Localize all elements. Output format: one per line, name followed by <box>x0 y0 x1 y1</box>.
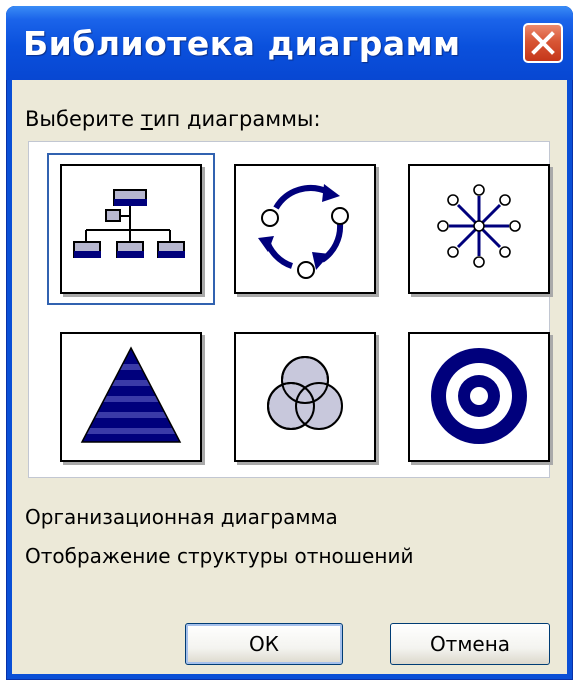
target-diagram-icon <box>431 348 527 444</box>
label-part: ип диаграммы: <box>152 107 321 131</box>
radial-diagram-icon <box>437 184 521 268</box>
org-chart-icon <box>73 189 185 258</box>
diagram-description: Отображение структуры отношений <box>25 544 414 568</box>
window-title: Библиотека диаграмм <box>23 24 461 63</box>
pyramid-diagram-icon <box>80 346 182 443</box>
diagram-type-gallery <box>28 141 550 478</box>
cycle-diagram-icon <box>258 184 349 279</box>
close-button[interactable] <box>523 23 563 63</box>
dialog-body: Выберите тип диаграммы: Организационная … <box>12 80 567 674</box>
cancel-button[interactable]: Отмена <box>390 623 550 665</box>
accelerator-key: т <box>140 107 153 131</box>
close-icon <box>531 31 555 55</box>
tile-pyramid[interactable] <box>60 332 202 462</box>
dialog-window: Библиотека диаграмм Выберите тип диаграм… <box>6 6 573 680</box>
ok-button[interactable]: ОК <box>185 623 343 665</box>
title-bar[interactable]: Библиотека диаграмм <box>6 6 573 80</box>
tile-radial[interactable] <box>408 164 550 294</box>
diagram-name: Организационная диаграмма <box>25 505 338 529</box>
tile-venn[interactable] <box>234 332 376 462</box>
tile-cycle[interactable] <box>234 164 376 294</box>
venn-diagram-icon <box>267 356 343 430</box>
tile-target[interactable] <box>408 332 550 462</box>
tile-org-chart[interactable] <box>60 164 202 294</box>
label-part: Выберите <box>25 107 141 131</box>
choose-type-label: Выберите тип диаграммы: <box>25 107 321 131</box>
